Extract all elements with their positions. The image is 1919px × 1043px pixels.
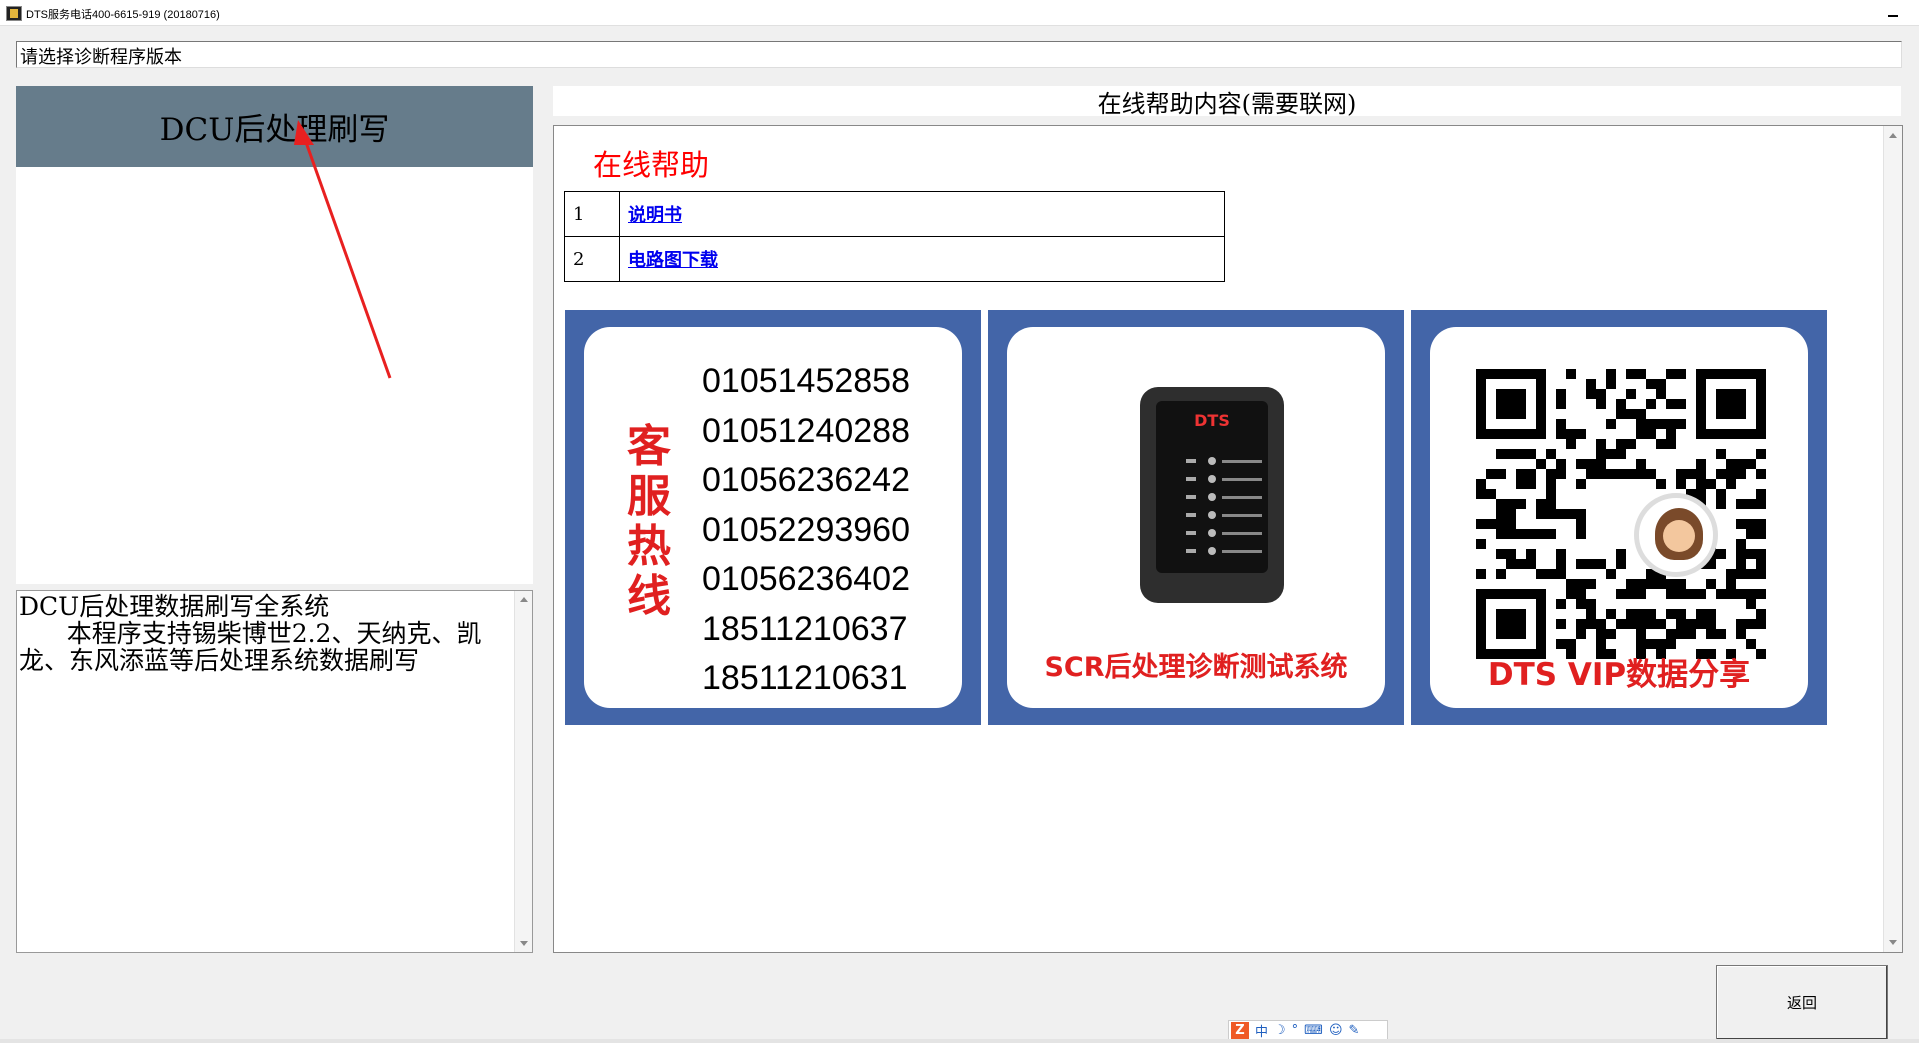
device-caption: SCR后处理诊断测试系统 (1044, 652, 1348, 683)
can-line-icon (1186, 531, 1196, 535)
help-scrollbar[interactable] (1883, 126, 1902, 952)
device-card: DTS SCR后处理诊断测试系统 (1007, 327, 1385, 708)
qr-banner: DTS VIP数据分享 (1411, 310, 1827, 725)
keyboard-icon[interactable]: ⌨ (1304, 1023, 1323, 1038)
qr-card: DTS VIP数据分享 (1430, 327, 1808, 708)
punctuation-icon[interactable]: ° (1292, 1023, 1299, 1038)
status-led (1208, 493, 1216, 501)
help-title: 在线帮助 (593, 148, 710, 182)
ime-toolbar[interactable]: Z 中 ☽ ° ⌨ ☺ ✎ (1228, 1020, 1388, 1041)
hotline-card: 客服热线 01051452858 01051240288 01056236242… (584, 327, 962, 708)
window-title: DTS服务电话400-6615-919 (20180716) (26, 9, 220, 21)
phone-number: 01052293960 (702, 510, 911, 549)
led-text (1222, 478, 1262, 481)
led-text (1222, 514, 1262, 517)
led-text (1222, 496, 1262, 499)
title-bar (0, 0, 1919, 26)
prompt-label: 请选择诊断程序版本 (20, 47, 182, 68)
row-number: 1 (564, 191, 620, 237)
phone-list: 01051452858 01051240288 01056236242 0105… (702, 357, 910, 704)
circuit-diagram-link[interactable]: 电路图下载 (628, 250, 718, 271)
ime-mode-toggle[interactable]: 中 (1255, 1021, 1268, 1040)
led-text (1222, 460, 1262, 463)
link-cell: 电路图下载 (619, 236, 1225, 282)
usb-icon (1186, 477, 1196, 481)
wireless-icon (1186, 459, 1196, 463)
row-number: 2 (564, 236, 620, 282)
moon-icon[interactable]: ☽ (1274, 1023, 1286, 1038)
diagnostic-device-image: DTS (1140, 387, 1284, 603)
status-led (1208, 475, 1216, 483)
phone-number: 01056236402 (702, 560, 911, 598)
device-brand: DTS (1194, 411, 1230, 430)
scroll-down-icon[interactable] (520, 941, 528, 946)
description-scrollbar[interactable] (514, 591, 532, 952)
table-row: 1 说明书 (564, 191, 1225, 237)
program-list-item-selected[interactable]: DCU后处理刷写 (16, 86, 533, 167)
scroll-down-icon[interactable] (1889, 940, 1897, 945)
status-led (1208, 529, 1216, 537)
qr-code-image (1476, 369, 1766, 659)
phone-number: 01051452858 (702, 362, 911, 400)
avatar-icon (1634, 493, 1718, 577)
app-icon (6, 6, 22, 21)
info-icon (1186, 495, 1196, 499)
description-text: DCU后处理数据刷写全系统 本程序支持锡柴博世2.2、天纳克、凯龙、东风添蓝等后… (19, 592, 482, 675)
scroll-up-icon[interactable] (1889, 133, 1897, 138)
taskbar-edge (0, 1039, 1919, 1043)
phone-number: 18511210631 (702, 659, 908, 697)
table-row: 2 电路图下载 (564, 236, 1225, 282)
phone-number: 18511210637 (702, 609, 908, 648)
led-text (1222, 532, 1262, 535)
status-led (1208, 457, 1216, 465)
phone-number: 01051240288 (702, 411, 911, 450)
device-banner: DTS SCR后处理诊断测试系统 (988, 310, 1404, 725)
phone-number: 01056236242 (702, 461, 911, 499)
wrench-icon[interactable]: ✎ (1349, 1023, 1360, 1038)
minimize-button[interactable] (1882, 4, 1906, 24)
hotline-label: 客服热线 (627, 421, 671, 622)
scroll-up-icon[interactable] (520, 597, 528, 602)
led-text (1222, 550, 1262, 553)
ime-logo-icon[interactable]: Z (1231, 1021, 1249, 1040)
power-icon (1186, 549, 1196, 553)
annotation-arrow (294, 120, 392, 379)
manual-link[interactable]: 说明书 (628, 205, 682, 226)
status-led (1208, 547, 1216, 555)
prompt-field (16, 41, 1902, 68)
k-line-icon (1186, 513, 1196, 517)
qr-caption: DTS VIP数据分享 (1487, 657, 1751, 693)
status-led (1208, 511, 1216, 519)
qr-code (1476, 369, 1766, 659)
device-panel: DTS (1156, 401, 1268, 573)
hotline-banner: 客服热线 01051452858 01051240288 01056236242… (565, 310, 981, 725)
user-icon[interactable]: ☺ (1329, 1023, 1343, 1038)
help-links-table: 1 说明书 2 电路图下载 (564, 191, 1225, 282)
back-button[interactable]: 返回 (1716, 965, 1888, 1040)
link-cell: 说明书 (619, 191, 1225, 237)
help-header: 在线帮助内容(需要联网) (553, 86, 1901, 118)
